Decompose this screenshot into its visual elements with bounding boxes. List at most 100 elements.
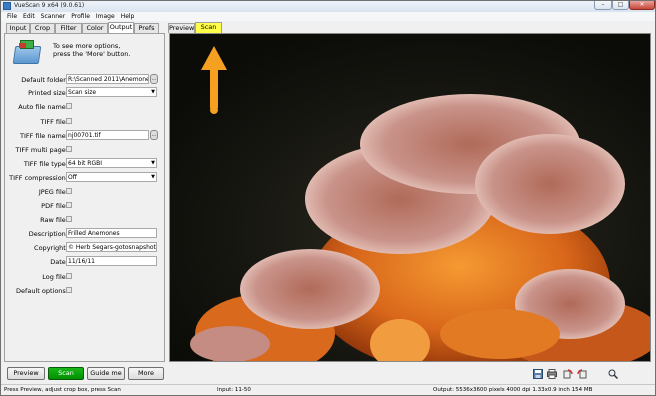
options-tabs: Input Crop Filter Color Output Prefs bbox=[4, 22, 163, 33]
menu-scanner[interactable]: Scanner bbox=[38, 12, 69, 21]
bottom-toolbar: Preview Scan Guide me More bbox=[1, 367, 655, 383]
row-pdf-file: PDF file: bbox=[5, 200, 164, 211]
guide-me-button[interactable]: Guide me bbox=[87, 367, 125, 380]
log-file-checkbox[interactable] bbox=[66, 273, 72, 279]
tiff-file-name-browse-button[interactable]: ... bbox=[150, 130, 158, 140]
scan-image-view[interactable] bbox=[169, 33, 651, 362]
pdf-file-label: PDF file: bbox=[41, 202, 68, 210]
printed-size-value: Scan size bbox=[68, 89, 97, 96]
description-label: Description: bbox=[28, 230, 68, 238]
menu-file[interactable]: File bbox=[4, 12, 20, 21]
auto-file-name-checkbox[interactable] bbox=[66, 103, 72, 109]
close-button[interactable]: ✕ bbox=[629, 1, 655, 10]
menu-profile[interactable]: Profile bbox=[68, 12, 93, 21]
chevron-down-icon: ▼ bbox=[151, 174, 155, 180]
menu-bar: File Edit Scanner Profile Image Help bbox=[1, 12, 655, 21]
tab-scan[interactable]: Scan bbox=[195, 22, 222, 33]
default-options-label: Default options: bbox=[16, 287, 68, 295]
row-tiff-file: TIFF file: bbox=[5, 116, 164, 127]
pdf-file-checkbox[interactable] bbox=[66, 202, 72, 208]
chevron-down-icon: ▼ bbox=[151, 160, 155, 166]
hint-line-2: press the 'More' button. bbox=[53, 50, 131, 58]
default-folder-browse-button[interactable]: ... bbox=[150, 74, 158, 84]
arrow-up-icon bbox=[201, 46, 227, 114]
row-auto-file-name: Auto file name: bbox=[5, 101, 164, 112]
tab-input[interactable]: Input bbox=[6, 23, 30, 33]
printed-size-label: Printed size: bbox=[28, 89, 68, 97]
menu-image[interactable]: Image bbox=[93, 12, 118, 21]
status-input: Input: 11-50 bbox=[217, 387, 251, 393]
tab-color[interactable]: Color bbox=[82, 23, 108, 33]
image-tabs: Preview Scan bbox=[168, 22, 652, 33]
image-panel: Preview Scan bbox=[168, 22, 652, 362]
description-input[interactable]: Frilled Anemones bbox=[66, 228, 157, 238]
tiff-file-name-label: TIFF file name: bbox=[19, 132, 68, 140]
tiff-compression-select[interactable]: Off ▼ bbox=[66, 172, 157, 182]
tab-prefs[interactable]: Prefs bbox=[134, 23, 159, 33]
default-folder-input[interactable]: R:\Scanned 2011\Anemones\F bbox=[66, 74, 149, 84]
tiff-compression-label: TIFF compression: bbox=[9, 174, 68, 182]
copyright-input[interactable]: © Herb Segars-gotosnapshot.com bbox=[66, 242, 157, 252]
more-options-hint: To see more options, press the 'More' bu… bbox=[53, 42, 131, 58]
log-file-label: Log file: bbox=[42, 273, 68, 281]
raw-file-checkbox[interactable] bbox=[66, 216, 72, 222]
row-copyright: Copyright: © Herb Segars-gotosnapshot.co… bbox=[5, 242, 164, 253]
preview-button[interactable]: Preview bbox=[7, 367, 45, 380]
tiff-file-type-select[interactable]: 64 bit RGBI ▼ bbox=[66, 158, 157, 168]
copyright-label: Copyright: bbox=[34, 244, 68, 252]
anemone-photo bbox=[170, 34, 650, 361]
print-icon[interactable] bbox=[547, 369, 557, 379]
rotate-right-icon[interactable] bbox=[577, 369, 587, 379]
zoom-icon[interactable] bbox=[608, 369, 618, 379]
status-hint: Press Preview, adjust crop box, press Sc… bbox=[4, 387, 121, 393]
save-icon[interactable] bbox=[533, 369, 543, 379]
tab-output[interactable]: Output bbox=[108, 22, 134, 33]
row-tiff-file-name: TIFF file name: nj00701.tif ... bbox=[5, 130, 164, 141]
default-folder-label: Default folder: bbox=[21, 76, 68, 84]
more-options-icon bbox=[11, 38, 42, 66]
title-bar: VueScan 9 x64 (9.0.61) – □ ✕ bbox=[1, 1, 655, 12]
maximize-button[interactable]: □ bbox=[612, 1, 629, 10]
printed-size-select[interactable]: Scan size ▼ bbox=[66, 87, 157, 97]
row-raw-file: Raw file: bbox=[5, 214, 164, 225]
row-tiff-file-type: TIFF file type: 64 bit RGBI ▼ bbox=[5, 158, 164, 169]
tiff-file-type-value: 64 bit RGBI bbox=[68, 160, 102, 167]
row-tiff-multi-page: TIFF multi page: bbox=[5, 144, 164, 155]
raw-file-label: Raw file: bbox=[40, 216, 68, 224]
default-options-checkbox[interactable] bbox=[66, 287, 72, 293]
app-window: VueScan 9 x64 (9.0.61) – □ ✕ File Edit Sca… bbox=[0, 0, 656, 396]
row-log-file: Log file: bbox=[5, 271, 164, 282]
tiff-file-label: TIFF file: bbox=[40, 118, 68, 126]
tiff-file-name-input[interactable]: nj00701.tif bbox=[66, 130, 149, 140]
row-tiff-compression: TIFF compression: Off ▼ bbox=[5, 172, 164, 183]
app-icon bbox=[3, 2, 11, 10]
row-jpeg-file: JPEG file: bbox=[5, 186, 164, 197]
minimize-button[interactable]: – bbox=[594, 1, 612, 10]
tab-crop[interactable]: Crop bbox=[30, 23, 55, 33]
tab-filter[interactable]: Filter bbox=[55, 23, 82, 33]
window-title: VueScan 9 x64 (9.0.61) bbox=[14, 2, 85, 9]
more-button[interactable]: More bbox=[128, 367, 164, 380]
auto-file-name-label: Auto file name: bbox=[18, 103, 68, 111]
tiff-multi-page-label: TIFF multi page: bbox=[15, 146, 68, 154]
tiff-compression-value: Off bbox=[68, 174, 77, 181]
jpeg-file-label: JPEG file: bbox=[38, 188, 68, 196]
jpeg-file-checkbox[interactable] bbox=[66, 188, 72, 194]
row-printed-size: Printed size: Scan size ▼ bbox=[5, 87, 164, 98]
chevron-down-icon: ▼ bbox=[151, 89, 155, 95]
options-panel: Input Crop Filter Color Output Prefs To … bbox=[4, 22, 165, 362]
tiff-multi-page-checkbox[interactable] bbox=[66, 146, 72, 152]
row-date: Date: 11/16/11 bbox=[5, 256, 164, 267]
menu-edit[interactable]: Edit bbox=[20, 12, 38, 21]
status-output: Output: 5536x3600 pixels 4000 dpi 1.33x0… bbox=[433, 387, 593, 393]
row-default-folder: Default folder: R:\Scanned 2011\Anemones… bbox=[5, 74, 164, 85]
tiff-file-checkbox[interactable] bbox=[66, 118, 72, 124]
tiff-file-type-label: TIFF file type: bbox=[23, 160, 68, 168]
date-input[interactable]: 11/16/11 bbox=[66, 256, 157, 266]
tab-preview[interactable]: Preview bbox=[168, 23, 195, 33]
scan-button[interactable]: Scan bbox=[48, 367, 84, 380]
row-default-options: Default options: bbox=[5, 285, 164, 296]
rotate-left-icon[interactable] bbox=[563, 369, 573, 379]
status-bar: Press Preview, adjust crop box, press Sc… bbox=[1, 384, 655, 395]
menu-help[interactable]: Help bbox=[118, 12, 138, 21]
